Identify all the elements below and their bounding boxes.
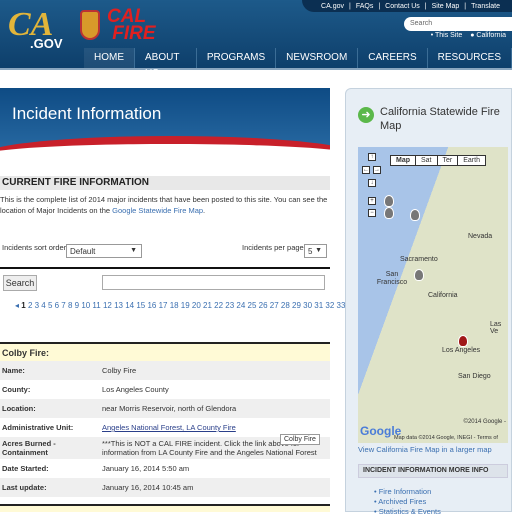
- admin-unit-link[interactable]: Angeles National Forest, LA County Fire: [102, 423, 236, 432]
- chevron-down-icon: ▼: [130, 247, 137, 254]
- page-title: Incident Information: [12, 104, 162, 123]
- fire-map[interactable]: ↑ ← → ↓ + − Map Sat Ter Earth Nevada Sac…: [358, 147, 508, 443]
- table-row: Last update: January 16, 2014 10:45 am: [0, 478, 330, 497]
- main-nav: HOME ABOUT US PROGRAMS NEWSROOM CAREERS …: [84, 48, 512, 79]
- next-incident-header: [0, 504, 330, 512]
- sort-label: Incidents sort order: [2, 243, 67, 252]
- tooltip: Colby Fire: [280, 434, 320, 445]
- map-label: Sacramento: [400, 256, 438, 263]
- sidebar: ➜ California Statewide Fire Map ↑ ← → ↓ …: [345, 88, 512, 516]
- nav-newsroom[interactable]: NEWSROOM: [276, 48, 359, 68]
- pan-down-icon[interactable]: ↓: [368, 179, 376, 187]
- pan-right-icon[interactable]: →: [373, 166, 381, 174]
- incident-title: Colby Fire:: [0, 343, 330, 361]
- site-search-input[interactable]: Search: [404, 17, 512, 31]
- statewide-map-link[interactable]: Google Statewide Fire Map: [112, 206, 203, 215]
- nav-programs[interactable]: PROGRAMS: [197, 48, 277, 68]
- chevron-down-icon: ▼: [315, 247, 322, 254]
- sort-select[interactable]: Default ▼: [66, 244, 142, 258]
- divider: [0, 267, 330, 269]
- map-copyright: ©2014 Google -: [463, 419, 506, 425]
- nav-home[interactable]: HOME: [84, 48, 135, 68]
- site-header: CA.gov | FAQs | Contact Us | Site Map | Tran…: [0, 0, 512, 79]
- radio-california[interactable]: ● California: [470, 32, 506, 39]
- per-page-label: Incidents per page: [242, 243, 304, 252]
- link-sitemap[interactable]: Site Map: [432, 3, 460, 10]
- pan-up-icon[interactable]: ↑: [368, 153, 376, 161]
- nav-careers[interactable]: CAREERS: [358, 48, 428, 68]
- section-title: CURRENT FIRE INFORMATION: [0, 176, 330, 190]
- link-statistics[interactable]: • Statistics & Events: [374, 507, 441, 517]
- fire-marker-icon[interactable]: [414, 269, 424, 281]
- link-faqs[interactable]: FAQs: [356, 3, 374, 10]
- map-label: California: [428, 292, 458, 299]
- link-translate[interactable]: Translate: [471, 3, 500, 10]
- link-cagov[interactable]: CA.gov: [321, 3, 344, 10]
- zoom-out-icon[interactable]: −: [368, 209, 376, 217]
- fire-marker-icon[interactable]: [384, 207, 394, 219]
- nav-about[interactable]: ABOUT US: [135, 48, 197, 79]
- incident-table: Colby Fire: Name: Colby Fire County: Los A…: [0, 342, 330, 497]
- map-type-earth[interactable]: Earth: [458, 156, 485, 165]
- map-label: San Diego: [458, 373, 491, 380]
- map-type-map[interactable]: Map: [391, 156, 416, 165]
- per-page-select[interactable]: 5 ▼: [304, 244, 327, 258]
- table-row: Date Started: January 16, 2014 5:50 am: [2, 464, 190, 473]
- link-archived-fires[interactable]: • Archived Fires: [374, 497, 441, 507]
- calfire-badge-icon: [80, 10, 100, 40]
- search-button[interactable]: Search: [3, 275, 37, 291]
- sep: |: [349, 2, 351, 10]
- map-label: Nevada: [468, 233, 493, 240]
- sep: |: [464, 2, 467, 10]
- arrow-right-icon[interactable]: ➜: [358, 107, 374, 123]
- page-links[interactable]: 2 3 4 5 6 7 8 9 10 11 12 13 14 15 16 17 …: [28, 301, 345, 310]
- pan-left-icon[interactable]: ←: [362, 166, 370, 174]
- swoosh-decoration: [0, 136, 330, 160]
- ca-gov-logo[interactable]: CA .GOV: [8, 6, 63, 51]
- more-info-header: INCIDENT INFORMATION MORE INFO: [358, 464, 508, 478]
- calfire-logo[interactable]: CAL FIRE: [107, 7, 156, 43]
- map-label: San Francisco: [376, 271, 408, 286]
- table-row: Name: Colby Fire: [0, 361, 330, 380]
- search-input[interactable]: [102, 275, 325, 290]
- table-row: Location: near Morris Reservoir, north of…: [0, 399, 330, 418]
- radio-this-site[interactable]: • This Site: [431, 32, 463, 39]
- pagination: ◂ 1 2 3 4 5 6 7 8 9 10 11 12 13 14 15 16…: [15, 301, 349, 310]
- zoom-in-icon[interactable]: +: [368, 197, 376, 205]
- active-fire-marker-icon[interactable]: [458, 335, 468, 347]
- map-title[interactable]: California Statewide Fire Map: [380, 105, 510, 133]
- page-banner: Incident Information: [0, 88, 330, 160]
- table-row: County: Los Angeles County: [2, 385, 169, 394]
- link-fire-information[interactable]: • Fire Information: [374, 487, 441, 497]
- prev-icon[interactable]: ◂: [15, 301, 19, 310]
- page-current: 1: [21, 301, 26, 310]
- intro-text: This is the complete list of 2014 major …: [0, 195, 328, 215]
- map-type-sat[interactable]: Sat: [416, 156, 438, 165]
- utility-links: CA.gov | FAQs | Contact Us | Site Map | Tran…: [302, 0, 512, 12]
- map-data[interactable]: Map data ©2014 Google, INEGI - Terms of: [394, 435, 498, 441]
- map-type-ter[interactable]: Ter: [438, 156, 459, 165]
- sep: |: [424, 2, 427, 10]
- link-contact[interactable]: Contact Us: [385, 3, 420, 10]
- view-larger-map-link[interactable]: View California Fire Map in a larger map: [358, 445, 492, 454]
- map-label: Las Ve: [490, 321, 502, 335]
- nav-resources[interactable]: RESOURCES: [428, 48, 512, 68]
- fire-marker-icon[interactable]: [410, 209, 420, 221]
- sep: |: [378, 2, 381, 10]
- fire-marker-icon[interactable]: [384, 195, 394, 207]
- map-label: Los Angeles: [442, 347, 481, 354]
